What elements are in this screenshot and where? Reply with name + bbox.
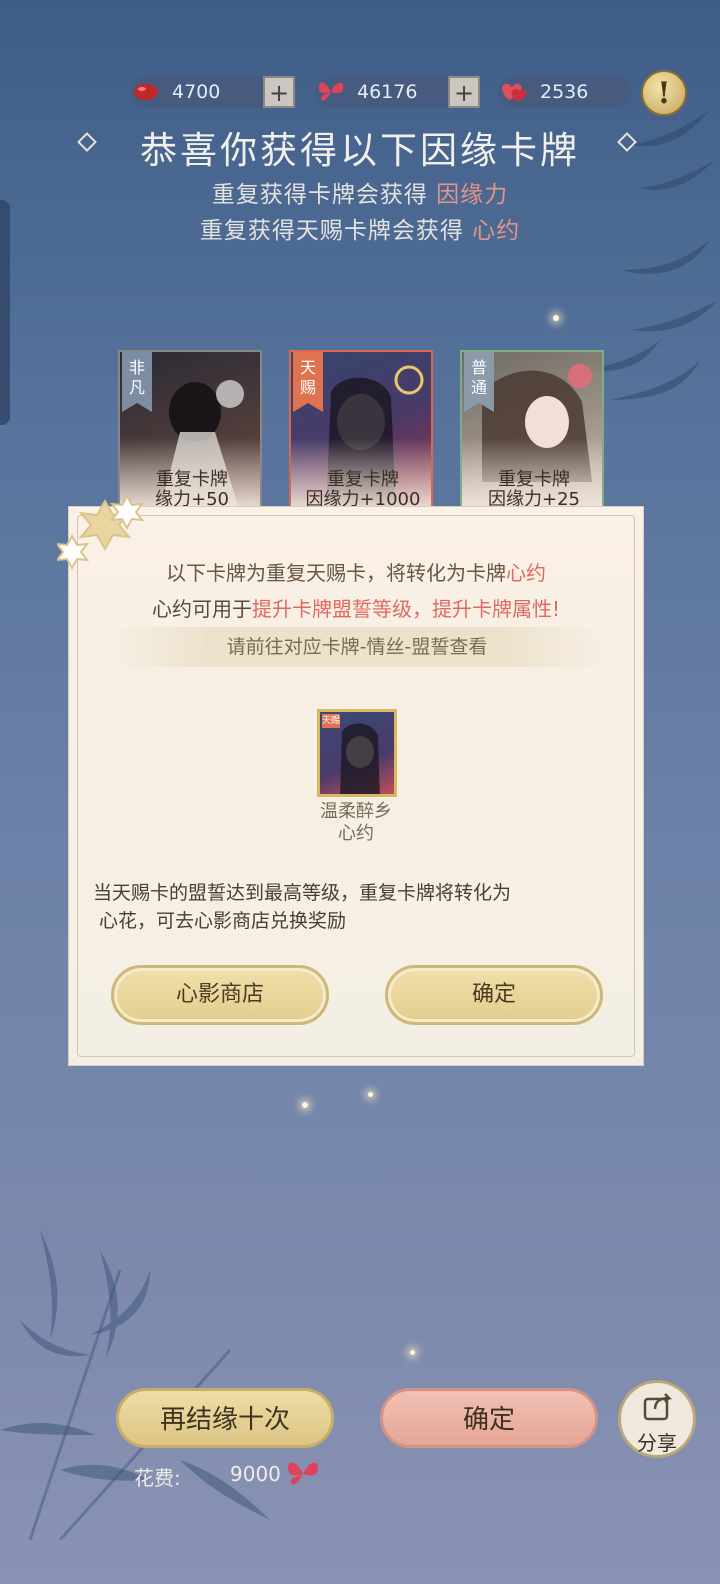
sparkle-decoration (553, 315, 559, 321)
card-status: 重复卡牌 (327, 469, 399, 490)
dialog-message-line1: 以下卡牌为重复天赐卡，将转化为卡牌心约 (166, 561, 546, 585)
butterfly-count: 46176 (357, 81, 418, 103)
red-butterfly-icon (315, 76, 347, 108)
add-butterfly-button[interactable]: + (448, 76, 480, 108)
sparkle-decoration (410, 1350, 415, 1355)
card-status: 重复卡牌 (498, 469, 570, 490)
sparkle-decoration (368, 1092, 373, 1097)
result-card[interactable]: 普通 重复卡牌 因缘力+25 (460, 350, 604, 510)
dialog-message-line2: 心约可用于提升卡牌盟誓等级，提升卡牌属性! (151, 597, 561, 621)
dialog-footer-note: 当天赐卡的盟誓达到最高等级，重复卡牌将转化为 心花，可去心影商店兑换奖励 (93, 882, 512, 932)
share-button[interactable]: 分享 (618, 1380, 696, 1458)
hearts-count: 2536 (540, 81, 589, 103)
currency-red-bean: 4700 + (130, 76, 295, 108)
rarity-ribbon: 天赐 (293, 352, 323, 412)
currency-hearts: 2536 (498, 76, 632, 108)
red-bean-count: 4700 (172, 81, 221, 103)
red-bean-icon (130, 76, 162, 108)
cost-label: 花费: (134, 1466, 181, 1490)
add-red-bean-button[interactable]: + (263, 76, 295, 108)
dialog-hint-banner: 请前往对应卡牌-情丝-盟誓查看 (109, 627, 605, 667)
confirm-button[interactable]: 确定 (380, 1388, 598, 1448)
subtitle-repeat-tianci: 重复获得天赐卡牌会获得 心约 (199, 218, 521, 244)
info-button[interactable]: ! (641, 70, 687, 116)
cost-value: 9000 (230, 1462, 281, 1486)
currency-butterfly: 46176 + (315, 76, 480, 108)
subtitle-repeat-card: 重复获得卡牌会获得 因缘力 (211, 182, 509, 208)
converted-card-name: 温柔醉乡 心约 (320, 801, 392, 844)
conversion-dialog: 以下卡牌为重复天赐卡，将转化为卡牌心约 心约可用于提升卡牌盟誓等级，提升卡牌属性… (57, 493, 644, 1066)
rarity-ribbon: 普通 (464, 352, 494, 412)
red-butterfly-icon (288, 1462, 318, 1485)
converted-card-thumbnail[interactable]: 天赐 (317, 709, 397, 797)
heart-shadow-shop-button[interactable]: 心影商店 (111, 965, 329, 1025)
hearts-icon (498, 76, 530, 108)
dialog-confirm-button[interactable]: 确定 (385, 965, 603, 1025)
share-label: 分享 (637, 1431, 677, 1455)
share-icon (643, 1393, 673, 1421)
sparkle-decoration (302, 1102, 308, 1108)
result-card[interactable]: 天赐 重复卡牌 因缘力+1000 (289, 350, 433, 510)
draw-ten-again-button[interactable]: 再结缘十次 (116, 1388, 334, 1448)
mini-card-rarity: 天赐 (322, 714, 341, 728)
page-title: 恭喜你获得以下因缘卡牌 (140, 129, 580, 172)
rarity-ribbon: 非凡 (122, 352, 152, 412)
